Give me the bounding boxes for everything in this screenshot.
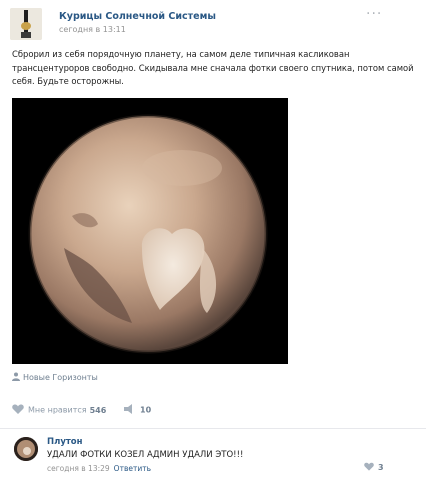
photo-source-label: Новые Горизонты xyxy=(23,373,98,382)
wall-post: Курицы Солнечной Системы сегодня в 13:11… xyxy=(0,0,426,480)
photo-source[interactable]: Новые Горизонты xyxy=(12,372,98,383)
comment-like-button[interactable]: 3 xyxy=(364,462,384,473)
divider xyxy=(0,428,426,429)
share-count: 10 xyxy=(140,405,152,415)
person-icon xyxy=(12,372,20,383)
community-avatar[interactable] xyxy=(10,8,42,40)
more-horizontal-icon[interactable]: ··· xyxy=(366,7,382,21)
heart-icon xyxy=(364,462,374,473)
comment-like-count: 3 xyxy=(378,463,384,472)
like-label: Мне нравится xyxy=(28,405,87,415)
post-photo[interactable] xyxy=(12,98,288,364)
commenter-avatar[interactable] xyxy=(14,437,38,461)
share-icon xyxy=(124,404,136,416)
post-text: Сброрил из себя порядочную планету, на с… xyxy=(12,49,414,86)
comment-timestamp[interactable]: сегодня в 13:29 xyxy=(47,464,110,473)
post-author-link[interactable]: Курицы Солнечной Системы xyxy=(59,11,216,22)
heart-icon xyxy=(12,404,24,416)
comment-text: УДАЛИ ФОТКИ КОЗЕЛ АДМИН УДАЛИ ЭТО!!! xyxy=(47,450,244,460)
pluto-image xyxy=(12,98,288,364)
post-timestamp[interactable]: сегодня в 13:11 xyxy=(59,25,126,34)
share-button[interactable]: 10 xyxy=(124,404,151,416)
comment-author-link[interactable]: Плутон xyxy=(47,437,83,447)
like-button[interactable]: Мне нравится 546 xyxy=(12,404,106,416)
comment-meta: сегодня в 13:29 Ответить xyxy=(47,464,151,473)
reply-link[interactable]: Ответить xyxy=(114,464,151,473)
like-count: 546 xyxy=(89,405,107,415)
